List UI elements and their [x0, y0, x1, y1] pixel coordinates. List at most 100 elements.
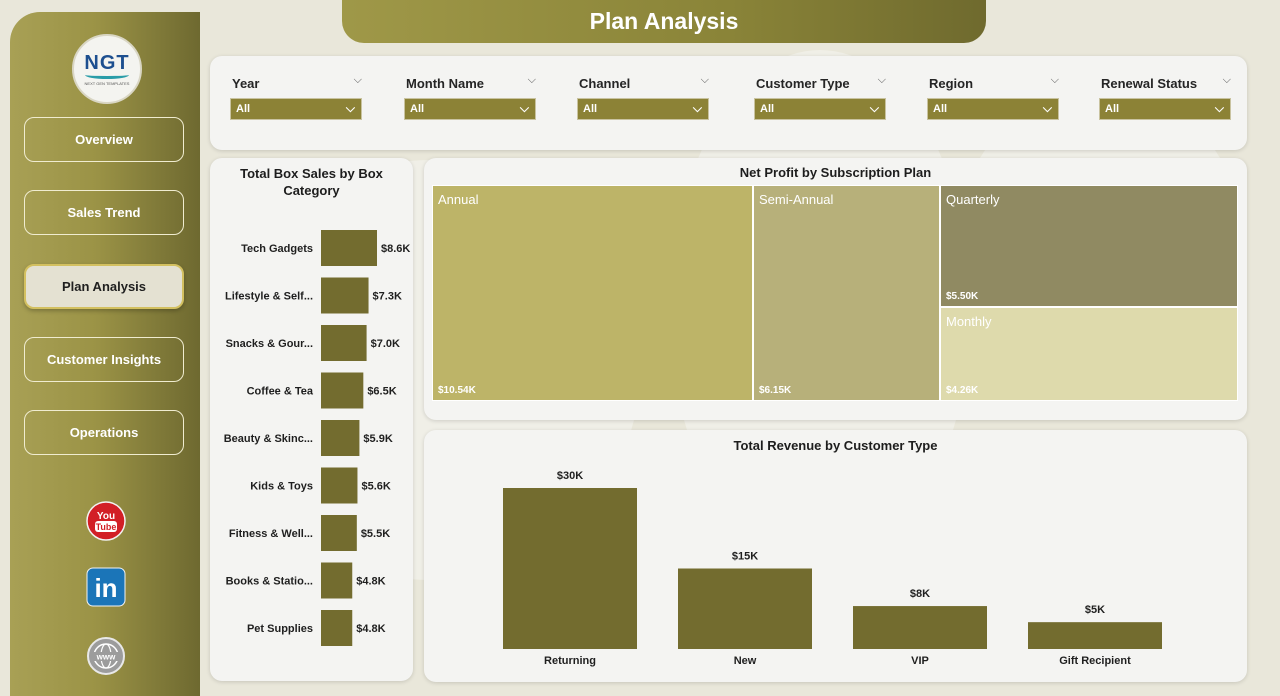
bar-category-label: Fitness & Well...	[229, 528, 313, 540]
logo-wave-icon	[85, 71, 129, 79]
treemap-cell-value: $4.26K	[946, 385, 979, 396]
box-sales-card: Total Box Sales by Box Category Tech Gad…	[210, 158, 413, 681]
bar[interactable]	[321, 277, 369, 314]
svg-text:You: You	[97, 511, 115, 522]
bar-value-label: $5K	[1085, 604, 1105, 616]
region-select[interactable]: All ⌵	[927, 98, 1059, 120]
bar-value-label: $4.8K	[356, 576, 385, 588]
nav-label: Sales Trend	[67, 205, 141, 220]
bar[interactable]	[503, 488, 637, 649]
box-sales-chart: Tech Gadgets $8.6K Lifestyle & Self... $7.3…	[224, 230, 410, 646]
select-value: All	[236, 103, 251, 115]
nav-customer-insights-button[interactable]: Customer Insights	[24, 337, 184, 382]
bar[interactable]	[321, 515, 357, 551]
filter-label: Region	[929, 76, 974, 91]
chevron-down-icon[interactable]: ⌵	[354, 74, 362, 87]
revenue-card: Total Revenue by Customer Type $30K Retur…	[424, 430, 1247, 682]
bar-value-label: $7.3K	[373, 291, 402, 303]
treemap-cell-value: $6.15K	[759, 385, 792, 396]
bar[interactable]	[321, 230, 377, 266]
svg-text:in: in	[94, 573, 117, 603]
select-value: All	[1105, 103, 1120, 115]
select-value: All	[933, 103, 948, 115]
treemap-cell-monthly[interactable]: Monthly $4.26K	[940, 307, 1238, 401]
bar[interactable]	[321, 467, 358, 504]
treemap-cell-name: Semi-Annual	[759, 192, 834, 207]
renewal-status-select[interactable]: All ⌵	[1099, 98, 1231, 120]
bar[interactable]	[321, 372, 364, 409]
bar-value-label: $5.9K	[363, 433, 392, 445]
bar-value-label: $8K	[910, 588, 930, 600]
bar-category-label: Returning	[544, 655, 596, 667]
bar-value-label: $5.5K	[361, 528, 390, 540]
chevron-down-icon[interactable]: ⌵	[528, 74, 536, 87]
filter-label: Year	[232, 76, 260, 91]
bar[interactable]	[678, 568, 812, 650]
bar-category-label: Tech Gadgets	[241, 243, 313, 255]
nav-sales-trend-button[interactable]: Sales Trend	[24, 190, 184, 235]
net-profit-treemap: Annual $10.54K Semi-Annual $6.15K Quarte…	[432, 185, 1238, 401]
nav-plan-analysis-button[interactable]: Plan Analysis	[24, 264, 184, 309]
channel-select[interactable]: All ⌵	[577, 98, 709, 120]
bar-category-label: Pet Supplies	[247, 623, 313, 635]
nav-overview-button[interactable]: Overview	[24, 117, 184, 162]
filter-label: Renewal Status	[1101, 76, 1198, 91]
net-profit-card: Net Profit by Subscription Plan Annual $…	[424, 158, 1247, 420]
treemap-cell-name: Monthly	[946, 314, 992, 329]
bar[interactable]	[321, 420, 360, 456]
sidebar: NGT NEXT GEN TEMPLATES Overview Sales Tr…	[10, 12, 200, 696]
bar[interactable]	[321, 610, 353, 646]
bar[interactable]	[1028, 622, 1162, 649]
svg-text:www: www	[96, 653, 116, 662]
bar-value-label: $8.6K	[381, 243, 410, 255]
chevron-down-icon: ⌵	[1214, 101, 1224, 115]
bar-category-label: Lifestyle & Self...	[225, 291, 313, 303]
bar-category-label: Gift Recipient	[1059, 655, 1131, 667]
select-value: All	[583, 103, 598, 115]
bar-category-label: VIP	[911, 655, 929, 667]
treemap-cell-value: $5.50K	[946, 291, 979, 302]
bar-category-label: New	[734, 655, 757, 667]
bar-value-label: $7.0K	[371, 338, 400, 350]
filter-panel: Year ⌵ All ⌵ Month Name ⌵ All ⌵ Channel ⌵ …	[210, 56, 1247, 150]
treemap-cell-value: $10.54K	[438, 385, 476, 396]
chevron-down-icon: ⌵	[1042, 101, 1052, 115]
treemap-cell-annual[interactable]: Annual $10.54K	[432, 185, 753, 401]
bar-value-label: $4.8K	[356, 623, 385, 635]
year-select[interactable]: All ⌵	[230, 98, 362, 120]
nav-operations-button[interactable]: Operations	[24, 410, 184, 455]
chevron-down-icon: ⌵	[519, 101, 529, 115]
chevron-down-icon: ⌵	[869, 101, 879, 115]
website-globe-icon[interactable]: www	[86, 636, 126, 676]
chevron-down-icon[interactable]: ⌵	[1223, 74, 1231, 87]
bar-value-label: $30K	[557, 470, 583, 482]
treemap-cell-name: Annual	[438, 192, 479, 207]
bar-value-label: $15K	[732, 551, 758, 563]
treemap-cell-semi-annual[interactable]: Semi-Annual $6.15K	[753, 185, 940, 401]
bar[interactable]	[321, 325, 367, 361]
bar[interactable]	[321, 562, 353, 599]
bar-value-label: $6.5K	[367, 386, 396, 398]
filter-label: Month Name	[406, 76, 484, 91]
chevron-down-icon[interactable]: ⌵	[1051, 74, 1059, 87]
chevron-down-icon[interactable]: ⌵	[878, 74, 886, 87]
bar[interactable]	[853, 606, 987, 649]
treemap-cell-quarterly[interactable]: Quarterly $5.50K	[940, 185, 1238, 307]
net-profit-title: Net Profit by Subscription Plan	[739, 165, 932, 180]
bar-category-label: Coffee & Tea	[247, 386, 314, 398]
select-value: All	[410, 103, 425, 115]
youtube-icon[interactable]: You Tube	[86, 501, 126, 541]
customer-type-select[interactable]: All ⌵	[754, 98, 886, 120]
linkedin-icon[interactable]: in	[86, 567, 126, 607]
bar-category-label: Snacks & Gour...	[226, 338, 313, 350]
nav-label: Overview	[75, 132, 133, 147]
nav-label: Operations	[69, 425, 139, 440]
chevron-down-icon[interactable]: ⌵	[701, 74, 709, 87]
ngt-logo[interactable]: NGT NEXT GEN TEMPLATES	[72, 34, 142, 104]
month-name-select[interactable]: All ⌵	[404, 98, 536, 120]
page-title-banner: Plan Analysis	[342, 0, 986, 43]
filter-label: Channel	[579, 76, 631, 91]
svg-text:Tube: Tube	[96, 522, 117, 532]
filter-label: Customer Type	[756, 76, 850, 91]
nav-label: Plan Analysis	[61, 279, 147, 294]
